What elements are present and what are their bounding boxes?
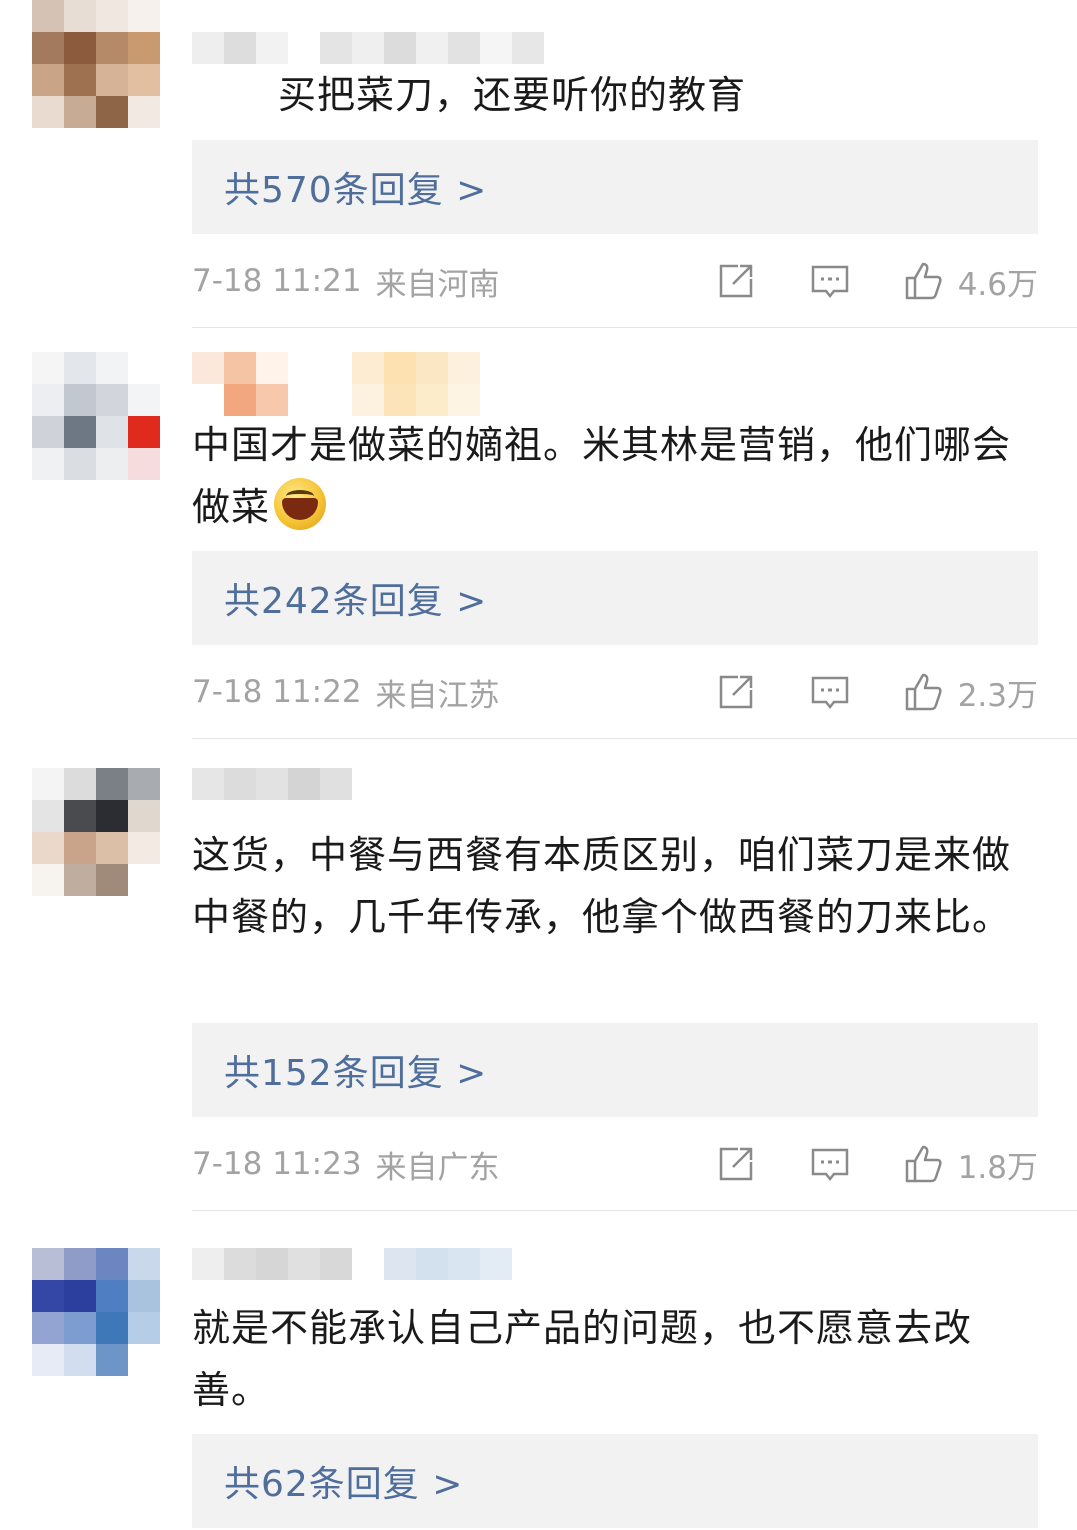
comment-location: 来自河南 — [375, 266, 500, 303]
like-count: 4.6万 — [957, 266, 1038, 303]
avatar[interactable] — [32, 0, 160, 128]
comment-icon[interactable] — [810, 672, 850, 712]
view-replies-link[interactable]: 共242条回复 > — [192, 551, 1038, 645]
comment-location: 来自广东 — [375, 1149, 500, 1186]
like-button[interactable]: 2.3万 — [904, 670, 1038, 715]
username-blurred[interactable] — [192, 1248, 512, 1280]
comment-time: 7-18 11:23 — [192, 1146, 362, 1182]
comment-actions: 2.3万 — [716, 667, 1038, 717]
view-replies-link[interactable]: 共152条回复 > — [192, 1023, 1038, 1117]
like-button[interactable]: 1.8万 — [904, 1142, 1038, 1187]
like-button[interactable]: 4.6万 — [904, 259, 1038, 304]
laughing-emoji-icon — [274, 478, 327, 530]
comment-time: 7-18 11:22 — [192, 674, 362, 710]
comment-actions: 4.6万 — [716, 256, 1038, 306]
comment-icon[interactable] — [810, 1144, 850, 1184]
comment-text: 买把菜刀，还要听你的教育 — [278, 73, 747, 117]
divider — [192, 327, 1077, 328]
thumbs-up-icon[interactable] — [904, 672, 944, 712]
comment-meta: 7-18 11:22 来自江苏 2.3万 — [192, 667, 1038, 717]
comment-text: 这货，中餐与西餐有本质区别，咱们菜刀是来做中餐的，几千年传承，他拿个做西餐的刀来… — [192, 833, 1012, 939]
avatar[interactable] — [32, 1248, 160, 1376]
share-icon[interactable] — [716, 1144, 756, 1184]
share-icon[interactable] — [716, 672, 756, 712]
view-replies-link[interactable]: 共570条回复 > — [192, 140, 1038, 234]
username-blurred[interactable] — [192, 352, 480, 384]
thumbs-up-icon[interactable] — [904, 261, 944, 301]
view-replies-link[interactable]: 共62条回复 > — [192, 1434, 1038, 1528]
avatar[interactable] — [32, 352, 160, 480]
like-count: 2.3万 — [957, 677, 1038, 714]
comment-time: 7-18 11:21 — [192, 263, 362, 299]
comment-meta: 7-18 11:21 来自河南 4.6万 — [192, 256, 1038, 306]
avatar[interactable] — [32, 768, 160, 896]
comment-text: 中国才是做菜的嫡祖。米其林是营销，他们哪会做菜 — [192, 423, 1012, 530]
comment-text: 就是不能承认自己产品的问题，也不愿意去改善。 — [192, 1306, 973, 1412]
username-blurred[interactable] — [192, 768, 352, 800]
comment-location: 来自江苏 — [375, 677, 500, 714]
like-count: 1.8万 — [957, 1149, 1038, 1186]
comment-icon[interactable] — [810, 261, 850, 301]
divider — [192, 738, 1077, 739]
comment-actions: 1.8万 — [716, 1139, 1038, 1189]
comment-meta: 7-18 11:23 来自广东 1.8万 — [192, 1139, 1038, 1189]
share-icon[interactable] — [716, 261, 756, 301]
divider — [192, 1210, 1077, 1211]
username-blurred[interactable] — [192, 32, 544, 64]
thumbs-up-icon[interactable] — [904, 1144, 944, 1184]
